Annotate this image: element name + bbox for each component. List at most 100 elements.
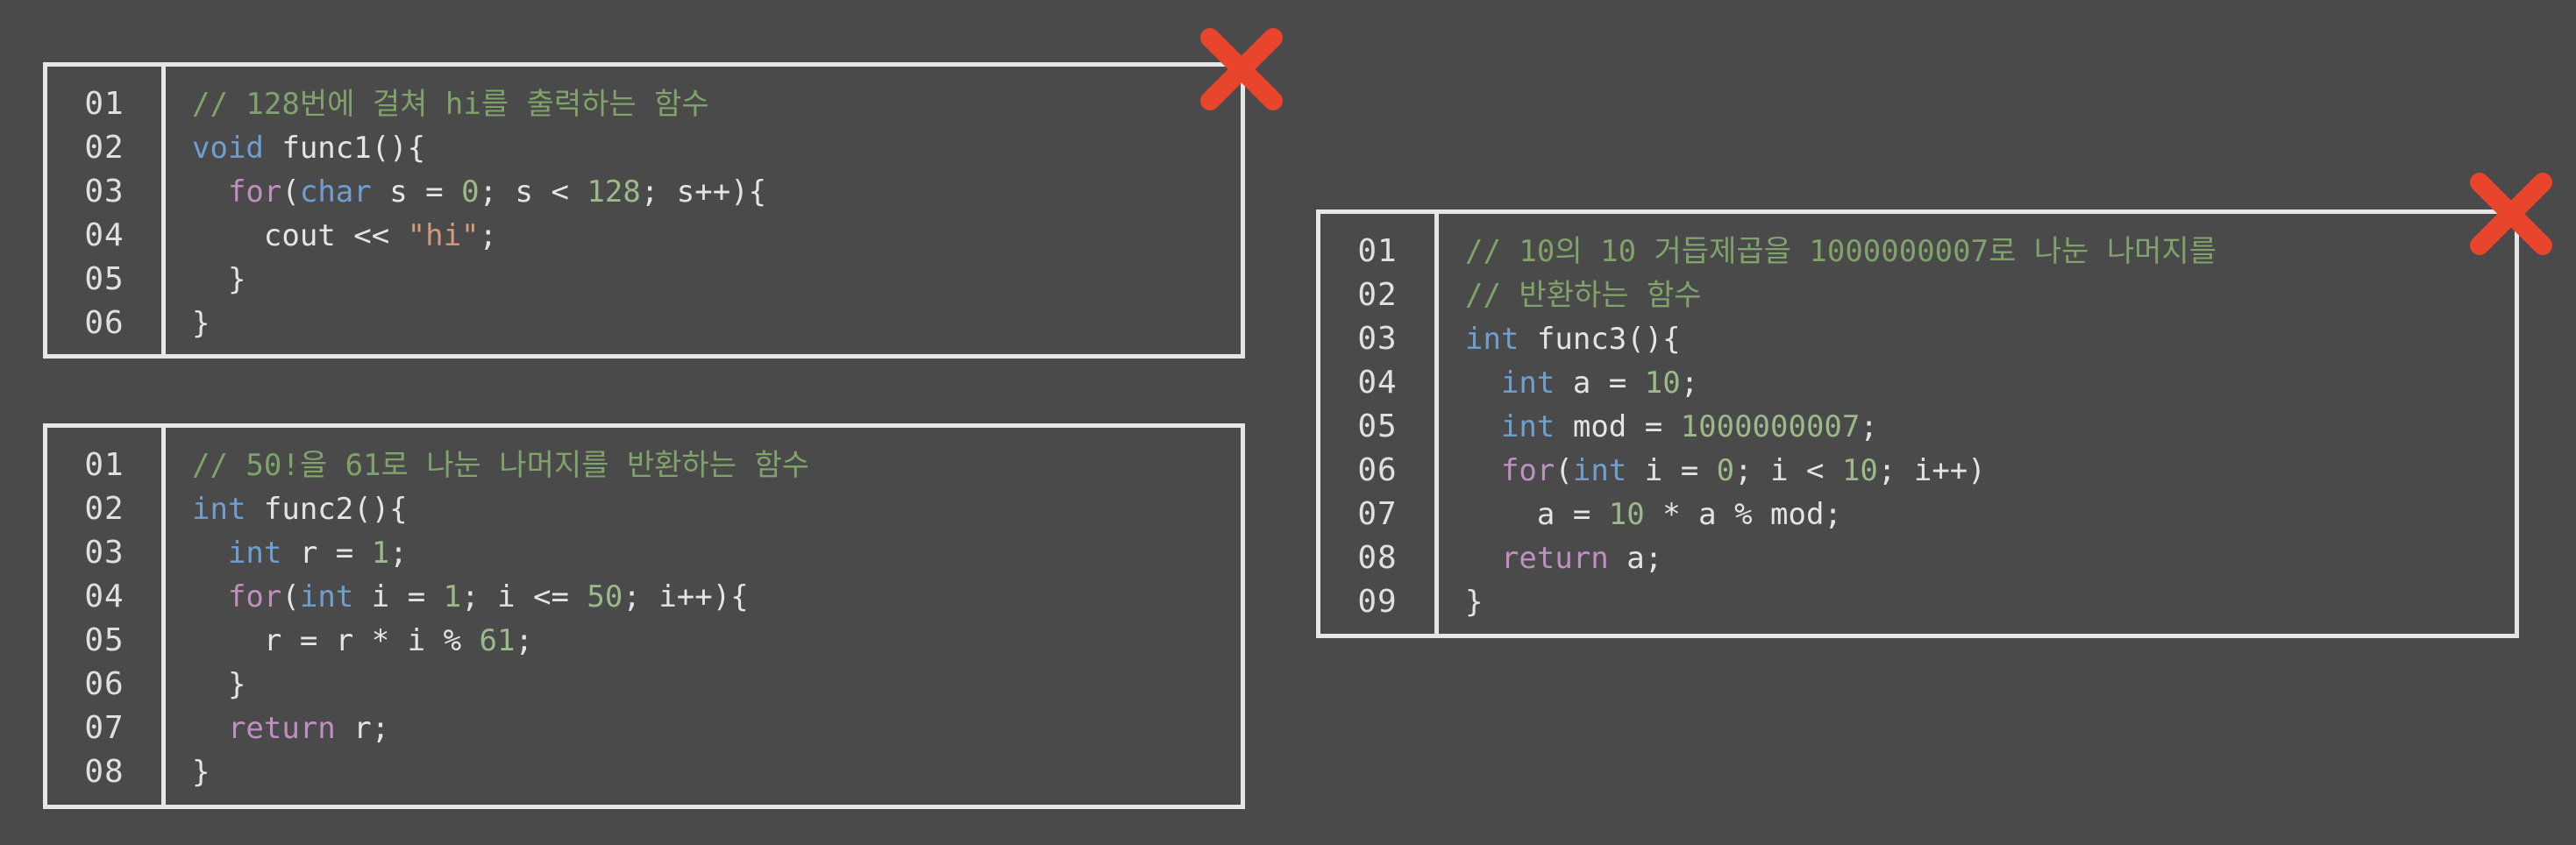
line-number: 08 <box>1357 540 1398 576</box>
code-token-plain: } <box>192 667 246 702</box>
code-token-plain: func3(){ <box>1519 322 1681 357</box>
code-token-plain: } <box>1465 585 1484 620</box>
code-token-plain: ; i <= <box>461 579 587 614</box>
code-token-plain: ; s < <box>479 174 587 209</box>
code-line: int func2(){ <box>192 487 1241 531</box>
code-line: } <box>192 302 1241 345</box>
code-token-plain: a = <box>1555 366 1645 401</box>
code-token-num: 10 <box>1644 366 1681 401</box>
line-number: 06 <box>1357 452 1398 488</box>
code-line: return a; <box>1465 536 2515 580</box>
code-token-plain: ( <box>1555 453 1573 488</box>
code-line: r = r * i % 61; <box>192 619 1241 663</box>
code-token-num: 1000000007 <box>1680 409 1861 444</box>
wrong-x-icon <box>2470 173 2552 255</box>
line-number: 01 <box>84 447 125 483</box>
code-line: } <box>192 750 1241 794</box>
code-token-plain: ; <box>1860 409 1878 444</box>
code-token-plain: } <box>192 306 210 341</box>
line-number: 05 <box>84 261 125 297</box>
line-number: 02 <box>84 130 125 166</box>
code-token-plain: ( <box>281 174 300 209</box>
code-token-plain: a; <box>1608 541 1663 576</box>
code-line: int a = 10; <box>1465 361 2515 405</box>
code-token-num: 50 <box>587 579 623 614</box>
code-token-num: 0 <box>461 174 480 209</box>
code-token-kw: int <box>1572 453 1627 488</box>
line-number-gutter: 01 02 03 04 05 06 07 08 <box>47 428 166 805</box>
code-token-plain: * a % mod; <box>1644 497 1842 532</box>
code-token-plain: cout << <box>192 218 408 253</box>
line-number: 06 <box>84 305 125 341</box>
code-token-kw: int <box>192 492 246 527</box>
line-number: 05 <box>1357 408 1398 444</box>
line-number: 03 <box>1357 321 1398 357</box>
code-line: int func3(){ <box>1465 317 2515 361</box>
code-line: return r; <box>192 707 1241 750</box>
code-token-kw: int <box>1500 366 1555 401</box>
code-token-plain: } <box>192 755 210 790</box>
line-number: 02 <box>1357 277 1398 313</box>
code-line: // 128번에 걸쳐 hi를 출력하는 함수 <box>192 82 1241 126</box>
code-token-plain: ; i++){ <box>623 579 749 614</box>
line-number: 04 <box>1357 365 1398 401</box>
line-number: 06 <box>84 666 125 702</box>
code-token-kw: int <box>1465 322 1519 357</box>
line-number: 04 <box>84 579 125 614</box>
line-number: 07 <box>1357 496 1398 532</box>
code-token-plain: ( <box>281 579 300 614</box>
code-token-kw: int <box>299 579 354 614</box>
code-token-plain: func2(){ <box>246 492 408 527</box>
code-token-num: 10 <box>1608 497 1645 532</box>
code-line: for(int i = 0; i < 10; i++) <box>1465 449 2515 493</box>
code-line: int r = 1; <box>192 531 1241 575</box>
code-token-num: 0 <box>1716 453 1735 488</box>
code-body: // 128번에 걸쳐 hi를 출력하는 함수 void func1(){ for… <box>166 67 1241 354</box>
code-token-kw: int <box>1500 409 1555 444</box>
code-line: } <box>1465 580 2515 624</box>
code-token-plain: ; <box>1680 366 1699 401</box>
code-token-plain: mod = <box>1555 409 1681 444</box>
code-box-func3: 01 02 03 04 05 06 07 08 09 // 10의 10 거듭제곱을 10000… <box>1316 209 2519 638</box>
code-body: // 50!을 61로 나눈 나머지를 반환하는 함수 int func2(){ … <box>166 428 1241 805</box>
code-line: // 10의 10 거듭제곱을 1000000007로 나눈 나머지를 <box>1465 230 2515 273</box>
line-number: 03 <box>84 174 125 209</box>
line-number-gutter: 01 02 03 04 05 06 07 08 09 <box>1320 214 1439 634</box>
code-token-plain: ; s++){ <box>640 174 767 209</box>
code-token-ctrl: for <box>227 579 282 614</box>
code-line: cout << "hi"; <box>192 214 1241 258</box>
code-token-comment: // 10의 10 거듭제곱을 1000000007로 나눈 나머지를 <box>1465 234 2217 269</box>
code-token-ctrl: return <box>227 711 336 746</box>
code-token-num: 1 <box>443 579 462 614</box>
line-number: 09 <box>1357 584 1398 620</box>
code-token-plain: func1(){ <box>263 131 426 166</box>
code-token-plain: ; <box>479 218 498 253</box>
code-line: } <box>192 663 1241 707</box>
code-box-func2: 01 02 03 04 05 06 07 08 // 50!을 61로 나눈 나머지를 반환하… <box>43 423 1245 809</box>
code-token-plain: ; i < <box>1734 453 1842 488</box>
code-token-num: 128 <box>587 174 641 209</box>
code-line: } <box>192 258 1241 302</box>
code-token-num: 61 <box>479 623 516 658</box>
code-token-ctrl: return <box>1500 541 1609 576</box>
code-token-plain: r = <box>281 536 372 571</box>
code-line: // 50!을 61로 나눈 나머지를 반환하는 함수 <box>192 444 1241 487</box>
code-token-plain: a = <box>1465 497 1609 532</box>
line-number: 07 <box>84 710 125 746</box>
code-line: void func1(){ <box>192 126 1241 170</box>
code-token-kw: void <box>192 131 264 166</box>
code-line: for(char s = 0; s < 128; s++){ <box>192 170 1241 214</box>
code-token-plain: i = <box>353 579 444 614</box>
code-token-kw: int <box>227 536 282 571</box>
line-number: 03 <box>84 535 125 571</box>
code-token-plain: ; i++) <box>1877 453 1986 488</box>
code-token-plain: s = <box>371 174 462 209</box>
